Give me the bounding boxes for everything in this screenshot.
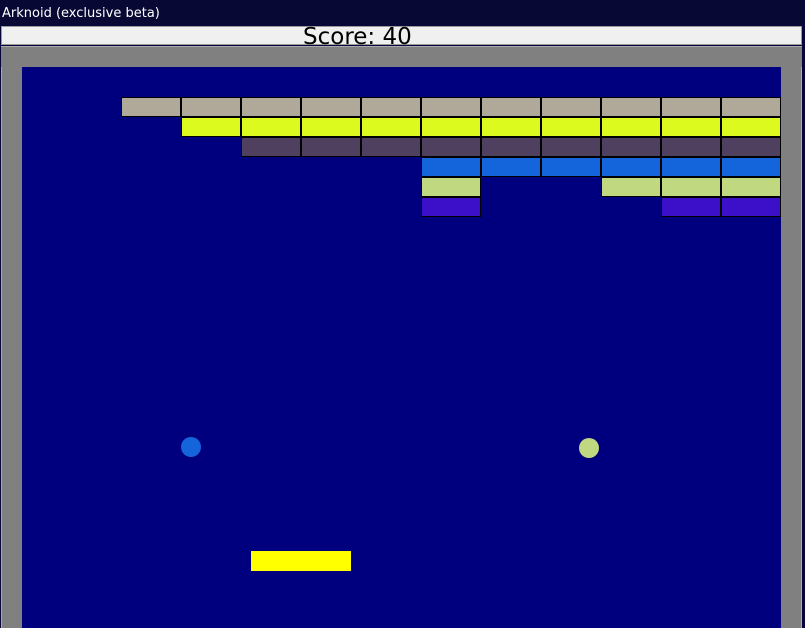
brick-r2-c4: [301, 117, 361, 137]
brick-r1-c3: [241, 97, 301, 117]
brick-r3-c5: [361, 137, 421, 157]
wall-top: [1, 46, 802, 67]
brick-r5-c6: [421, 177, 481, 197]
brick-r2-c8: [541, 117, 601, 137]
brick-r4-c7: [481, 157, 541, 177]
brick-r1-c2: [181, 97, 241, 117]
brick-r3-c9: [601, 137, 661, 157]
brick-r1-c7: [481, 97, 541, 117]
brick-r6-c6: [421, 197, 481, 217]
brick-r1-c8: [541, 97, 601, 117]
brick-r2-c11: [721, 117, 781, 137]
game-window: Score: 40: [0, 24, 805, 628]
brick-r3-c11: [721, 137, 781, 157]
brick-r2-c6: [421, 117, 481, 137]
brick-r4-c11: [721, 157, 781, 177]
brick-r1-c5: [361, 97, 421, 117]
window-title: Arknoid (exclusive beta): [2, 6, 160, 21]
brick-r2-c2: [181, 117, 241, 137]
brick-r3-c10: [661, 137, 721, 157]
brick-r2-c5: [361, 117, 421, 137]
brick-r1-c9: [601, 97, 661, 117]
brick-r3-c4: [301, 137, 361, 157]
score-bar: Score: 40: [1, 24, 802, 50]
wall-left: [1, 67, 22, 628]
ball-blue: [181, 437, 201, 457]
brick-r1-c4: [301, 97, 361, 117]
brick-r3-c6: [421, 137, 481, 157]
playfield[interactable]: [22, 67, 781, 628]
brick-r3-c8: [541, 137, 601, 157]
brick-r6-c11: [721, 197, 781, 217]
brick-r1-c11: [721, 97, 781, 117]
brick-r2-c9: [601, 117, 661, 137]
brick-r1-c6: [421, 97, 481, 117]
brick-r4-c6: [421, 157, 481, 177]
wall-right: [781, 67, 802, 628]
brick-r1-c10: [661, 97, 721, 117]
brick-r5-c11: [721, 177, 781, 197]
brick-r3-c3: [241, 137, 301, 157]
brick-r2-c10: [661, 117, 721, 137]
brick-r4-c10: [661, 157, 721, 177]
brick-r2-c3: [241, 117, 301, 137]
ball-green: [579, 438, 599, 458]
brick-r3-c7: [481, 137, 541, 157]
brick-r6-c10: [661, 197, 721, 217]
brick-r4-c9: [601, 157, 661, 177]
brick-r5-c9: [601, 177, 661, 197]
paddle[interactable]: [251, 551, 351, 571]
window-titlebar: Arknoid (exclusive beta): [0, 0, 805, 25]
brick-r4-c8: [541, 157, 601, 177]
brick-r5-c10: [661, 177, 721, 197]
brick-r2-c7: [481, 117, 541, 137]
brick-r1-c1: [121, 97, 181, 117]
